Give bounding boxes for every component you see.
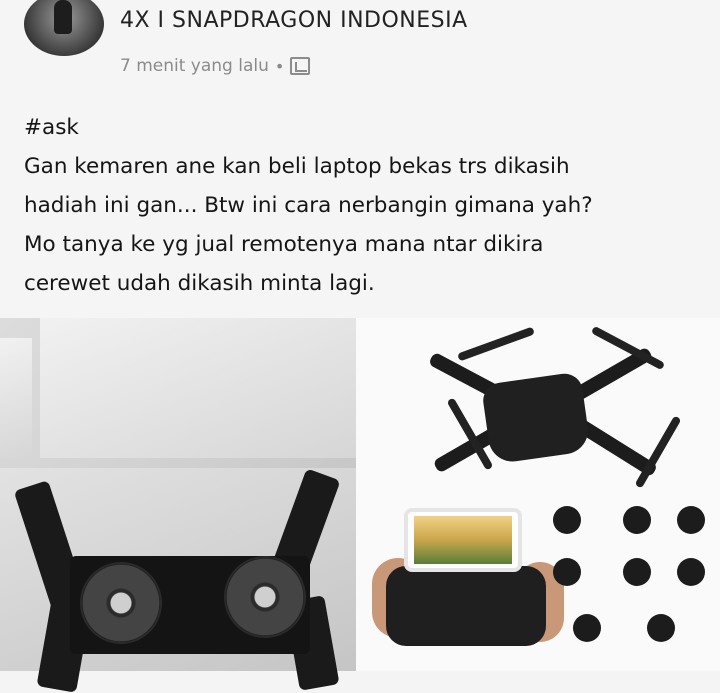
camera-icon (623, 506, 651, 534)
floor-tile (40, 318, 356, 458)
feature-icon (532, 506, 602, 538)
avatar-figure (54, 0, 72, 34)
avatar[interactable] (24, 0, 104, 56)
page-title[interactable]: 4X I SNAPDRAGON INDONESIA (120, 8, 468, 33)
fan-icon (80, 562, 162, 644)
propeller (634, 415, 682, 489)
controller (386, 566, 546, 646)
flip-icon (677, 506, 705, 534)
post-timestamp[interactable]: 7 menit yang lalu (120, 56, 269, 76)
fan-icon (224, 556, 306, 638)
meta-separator: • (274, 56, 285, 76)
post-card: 4X I SNAPDRAGON INDONESIA 7 menit yang l… (0, 0, 720, 693)
phone (404, 508, 522, 572)
feature-icon (532, 558, 602, 590)
altitude-hold-icon (553, 506, 581, 534)
drone-photo[interactable] (356, 318, 720, 671)
feature-icon (552, 614, 622, 646)
headless-mode-icon (553, 558, 581, 586)
propeller (457, 326, 535, 362)
feature-icon (656, 506, 720, 538)
drone-body (480, 371, 592, 465)
post-body: #ask Gan kemaren ane kan beli laptop bek… (24, 115, 593, 296)
post-meta: 7 menit yang lalu • (120, 56, 311, 76)
wifi-icon (647, 614, 675, 642)
feature-icon (656, 558, 720, 590)
photo-icon (623, 558, 651, 586)
floor-tile (0, 338, 32, 458)
phone-screen (414, 516, 512, 564)
feature-icon (626, 614, 696, 646)
folding-icon (677, 558, 705, 586)
one-key-return-icon (573, 614, 601, 642)
group-icon (290, 57, 311, 75)
